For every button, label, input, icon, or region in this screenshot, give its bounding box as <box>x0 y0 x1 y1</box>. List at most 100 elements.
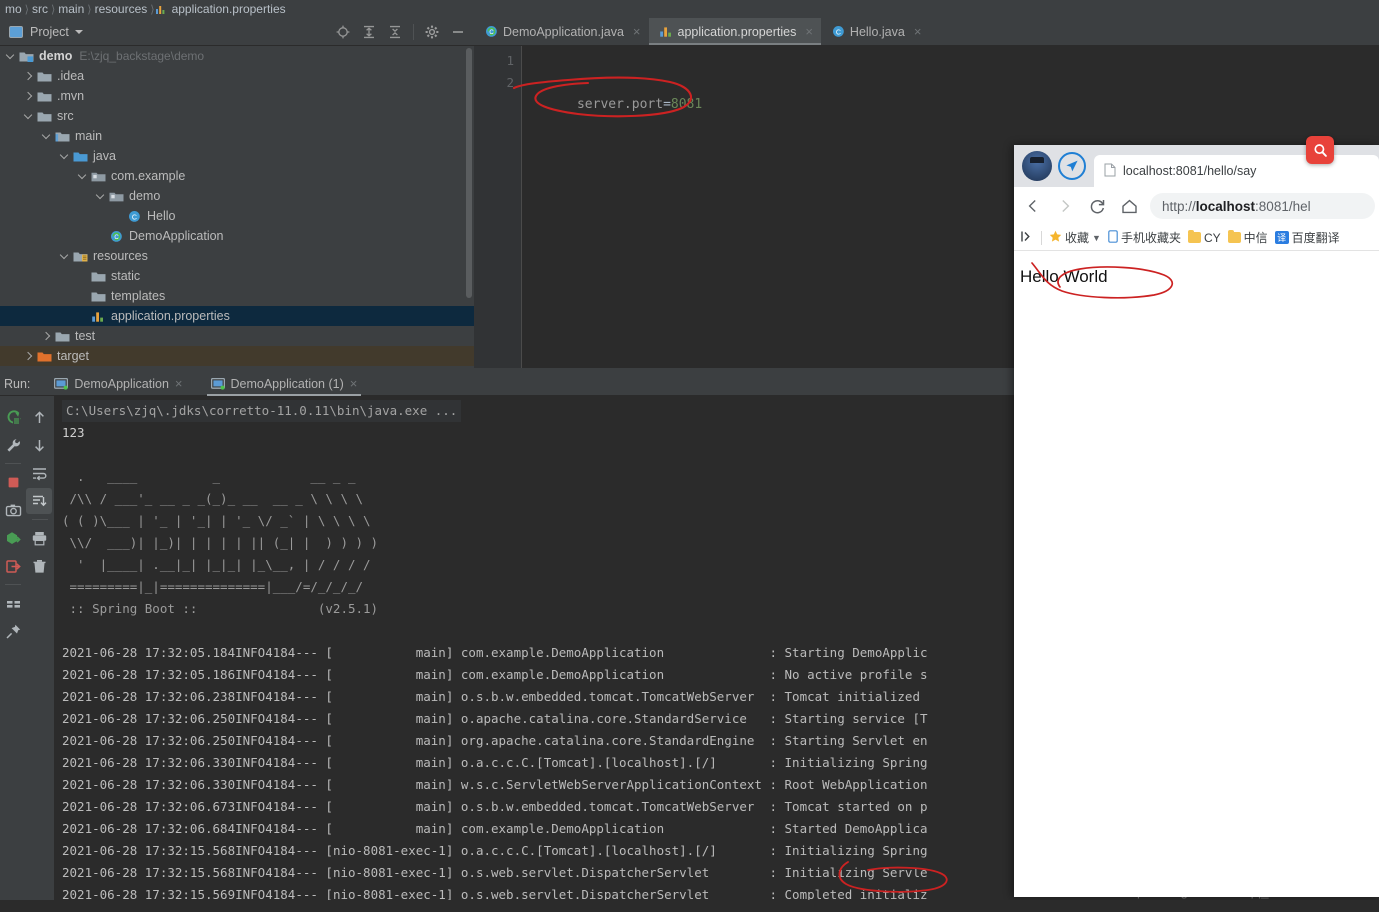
tree-item-static[interactable]: static <box>0 266 474 286</box>
editor-tab-hello-java[interactable]: C Hello.java × <box>821 18 929 45</box>
trash-icon[interactable] <box>26 553 52 579</box>
log-logger: o.s.b.w.embedded.tomcat.TomcatWebServer <box>460 799 762 814</box>
run-tab-demoapplication[interactable]: DemoApplication × <box>50 372 186 396</box>
editor-tab-demoapplication-java[interactable]: C DemoApplication.java × <box>474 18 649 45</box>
tree-item--idea[interactable]: .idea <box>0 66 474 86</box>
tree-item-src[interactable]: src <box>0 106 474 126</box>
spring-class-icon: C <box>484 25 497 38</box>
pin-icon[interactable] <box>0 618 26 644</box>
scroll-to-end-icon[interactable] <box>26 488 52 514</box>
tree-item-demo[interactable]: demo <box>0 186 474 206</box>
log-message: Initializing Spring <box>784 843 928 858</box>
stop-icon[interactable] <box>0 469 26 495</box>
code-line-2[interactable]: server.port=8081 <box>530 72 702 138</box>
chevron-right-icon[interactable] <box>24 71 35 82</box>
breadcrumb[interactable]: mo ⟩ src ⟩ main ⟩ resources ⟩ applicatio… <box>0 0 1379 18</box>
locate-icon[interactable] <box>335 24 351 40</box>
log-timestamp: 2021-06-28 17:32:06.250 <box>62 733 236 748</box>
tree-item-resources[interactable]: resources <box>0 246 474 266</box>
address-bar[interactable]: http://localhost:8081/hel <box>1150 193 1375 219</box>
bookmark-baidu-translate[interactable]: 译 百度翻译 <box>1274 229 1340 246</box>
tree-item--mvn[interactable]: .mvn <box>0 86 474 106</box>
tree-item-templates[interactable]: templates <box>0 286 474 306</box>
run-tab-demoapplication-1-[interactable]: DemoApplication (1) × <box>206 372 362 396</box>
exit-icon[interactable] <box>0 553 26 579</box>
chevron-right-icon[interactable] <box>24 351 35 362</box>
chevron-down-icon[interactable] <box>24 111 35 122</box>
back-icon[interactable] <box>1018 191 1048 221</box>
tree-item-test[interactable]: test <box>0 326 474 346</box>
breadcrumb-segment-4[interactable]: application.properties <box>169 2 289 16</box>
close-icon[interactable]: × <box>175 376 183 391</box>
browser-bottom-strip <box>1014 900 1379 912</box>
project-window-icon <box>9 25 23 38</box>
browser-navbar[interactable]: http://localhost:8081/hel <box>1014 187 1379 225</box>
bookmark-mobile[interactable]: 手机收藏夹 <box>1108 229 1181 246</box>
close-icon[interactable]: × <box>914 24 922 39</box>
soft-wrap-icon[interactable] <box>26 460 52 486</box>
bookmarks-expand-icon[interactable] <box>1020 230 1034 246</box>
chevron-down-icon[interactable] <box>60 251 71 262</box>
tree-item-com-example[interactable]: com.example <box>0 166 474 186</box>
tree-item-demo[interactable]: demo E:\zjq_backstage\demo <box>0 46 474 66</box>
chevron-down-icon[interactable] <box>96 191 107 202</box>
toolbar-divider <box>413 23 414 40</box>
tree-item-hello[interactable]: C Hello <box>0 206 474 226</box>
tree-item-java[interactable]: java <box>0 146 474 166</box>
export-icon[interactable] <box>0 525 26 551</box>
editor-tab-strip[interactable]: C DemoApplication.java × application.proper… <box>474 18 1379 46</box>
log-timestamp: 2021-06-28 17:32:15.568 <box>62 865 236 880</box>
expand-all-icon[interactable] <box>361 24 377 40</box>
chevron-right-icon[interactable] <box>42 331 53 342</box>
run-toolbar-right[interactable] <box>26 396 54 912</box>
arrow-down-icon[interactable] <box>26 432 52 458</box>
bookmark-cy[interactable]: CY <box>1187 230 1221 245</box>
editor-tab-application-properties[interactable]: application.properties × <box>648 18 822 45</box>
tree-item-application-properties[interactable]: application.properties <box>0 306 474 326</box>
send-icon[interactable] <box>1058 152 1086 180</box>
breadcrumb-segment-3[interactable]: resources <box>92 2 151 16</box>
avatar[interactable] <box>1022 151 1052 181</box>
run-toolbar-left[interactable] <box>0 396 26 912</box>
bookmarks-bar[interactable]: 收藏 ▼ 手机收藏夹 CY 中信 译 百度翻译 <box>1014 225 1379 251</box>
chevron-down-icon[interactable] <box>6 51 17 62</box>
reload-icon[interactable] <box>1082 191 1112 221</box>
layout-grid-icon[interactable] <box>0 590 26 616</box>
log-timestamp: 2021-06-28 17:32:05.186 <box>62 667 236 682</box>
home-icon[interactable] <box>1114 191 1144 221</box>
tree-item-target[interactable]: target <box>0 346 474 366</box>
camera-icon[interactable] <box>0 497 26 523</box>
wrench-icon[interactable] <box>0 432 26 458</box>
search-badge[interactable] <box>1306 136 1334 164</box>
print-icon[interactable] <box>26 525 52 551</box>
close-icon[interactable]: × <box>805 24 813 39</box>
project-tree[interactable]: demo E:\zjq_backstage\demo .idea .mvn src mai… <box>0 46 474 368</box>
breadcrumb-segment-2[interactable]: main <box>55 2 87 16</box>
chevron-down-icon[interactable]: ▼ <box>1092 233 1101 243</box>
tree-item-demoapplication[interactable]: C DemoApplication <box>0 226 474 246</box>
close-icon[interactable]: × <box>633 24 641 39</box>
bookmark-zhongxin[interactable]: 中信 <box>1227 229 1268 246</box>
chevron-down-icon[interactable] <box>60 151 71 162</box>
close-icon[interactable]: × <box>350 376 358 391</box>
browser-viewport[interactable]: Hello World <box>1014 251 1379 897</box>
tree-item-main[interactable]: main <box>0 126 474 146</box>
gear-icon[interactable] <box>424 24 440 40</box>
bookmark-favorites[interactable]: 收藏 ▼ <box>1049 229 1101 246</box>
hide-panel-icon[interactable] <box>450 24 466 40</box>
chevron-right-icon[interactable] <box>24 91 35 102</box>
chevron-down-icon[interactable] <box>78 171 89 182</box>
project-tree-scrollbar[interactable] <box>466 48 472 298</box>
breadcrumb-segment-0[interactable]: mo <box>2 2 25 16</box>
chevron-down-icon[interactable] <box>74 29 83 34</box>
browser-tab[interactable]: localhost:8081/hello/say <box>1094 155 1379 187</box>
chevron-down-icon[interactable] <box>42 131 53 142</box>
breadcrumb-segment-1[interactable]: src <box>29 2 51 16</box>
log-logger: o.a.c.c.C.[Tomcat].[localhost].[/] <box>460 755 762 770</box>
log-level: INFO <box>235 821 266 836</box>
collapse-all-icon[interactable] <box>387 24 403 40</box>
rerun-icon[interactable] <box>0 404 26 430</box>
log-pid: 4184 <box>265 843 296 858</box>
arrow-up-icon[interactable] <box>26 404 52 430</box>
browser-window[interactable]: localhost:8081/hello/say http://localhos… <box>1014 145 1379 897</box>
